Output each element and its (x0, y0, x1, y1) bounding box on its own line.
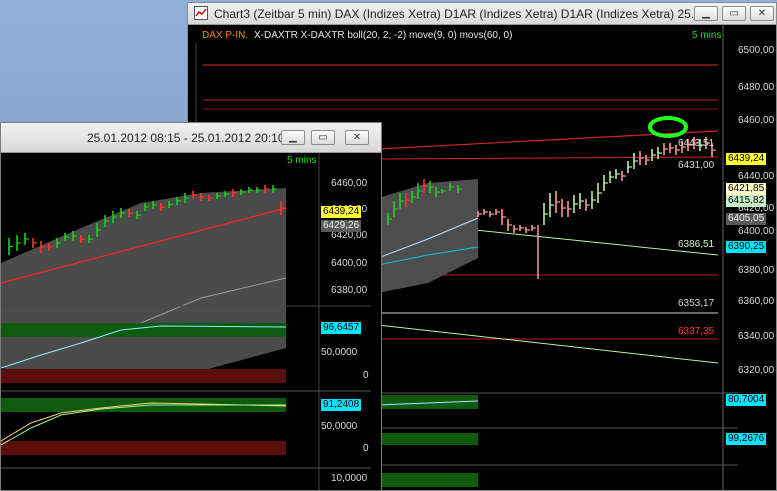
y-tick: 6480,00 (738, 82, 775, 93)
chart-small-interval: 5 mins (287, 155, 317, 166)
last-price-badge: 6439,24 (726, 153, 767, 165)
price-badge-6390: 6390,25 (726, 241, 767, 253)
indicator1-value: 96,6457 (321, 322, 362, 334)
price-label-6353: 6353,17 (678, 298, 715, 309)
indicator2-mid-tick: 50,0000 (321, 421, 358, 432)
y-tick: 6400,00 (738, 226, 775, 237)
y-tick: 6460,00 (331, 178, 368, 189)
y-tick: 6340,00 (738, 331, 775, 342)
y-tick: 6500,00 (738, 45, 775, 56)
y-tick: 6460,00 (738, 115, 775, 126)
y-tick: 6380,00 (331, 285, 368, 296)
price-badge-6421: 6421,85 (726, 183, 767, 195)
price-badge-6415: 6415,82 (726, 195, 767, 207)
price-label-6443: 6443,51 (678, 138, 715, 149)
chart3-interval: 5 mins (692, 30, 722, 41)
price-label-6431: 6431,00 (678, 160, 715, 171)
y-tick: 6380,00 (738, 265, 775, 276)
last-price-badge: 6439,24 (321, 206, 362, 218)
moving-average-badge: 6429,26 (321, 220, 362, 232)
price-label-6337: 6337,35 (678, 326, 715, 337)
y-tick: 6440,00 (738, 171, 775, 182)
y-tick: 6360,00 (738, 296, 775, 307)
price-badge-6405: 6405,05 (726, 213, 767, 225)
indicator1-value: 80,7004 (726, 394, 767, 406)
y-tick: 6400,00 (331, 258, 368, 269)
chart3-legend-prefix: DAX P-IN. (202, 30, 249, 41)
indicator1-mid-tick: 50,0000 (321, 347, 358, 358)
indicator2-value: 91,2408 (321, 399, 362, 411)
indicator3-top-tick: 10,0000 (331, 473, 368, 484)
indicator1-zero-tick: 0 (363, 370, 369, 381)
chart-small-window[interactable]: 25.01.2012 08:15 - 25.01.2012 20:10 ▁ ▭ … (0, 122, 382, 491)
price-label-6386: 6386,51 (678, 239, 715, 250)
indicator2-value: 99,2676 (726, 433, 767, 445)
chart3-legend: X-DAXTR X-DAXTR boll(20, 2, -2) move(9, … (254, 30, 513, 41)
y-tick: 6320,00 (738, 365, 775, 376)
chart-small-plot[interactable] (1, 123, 382, 491)
indicator2-zero-tick: 0 (363, 443, 369, 454)
